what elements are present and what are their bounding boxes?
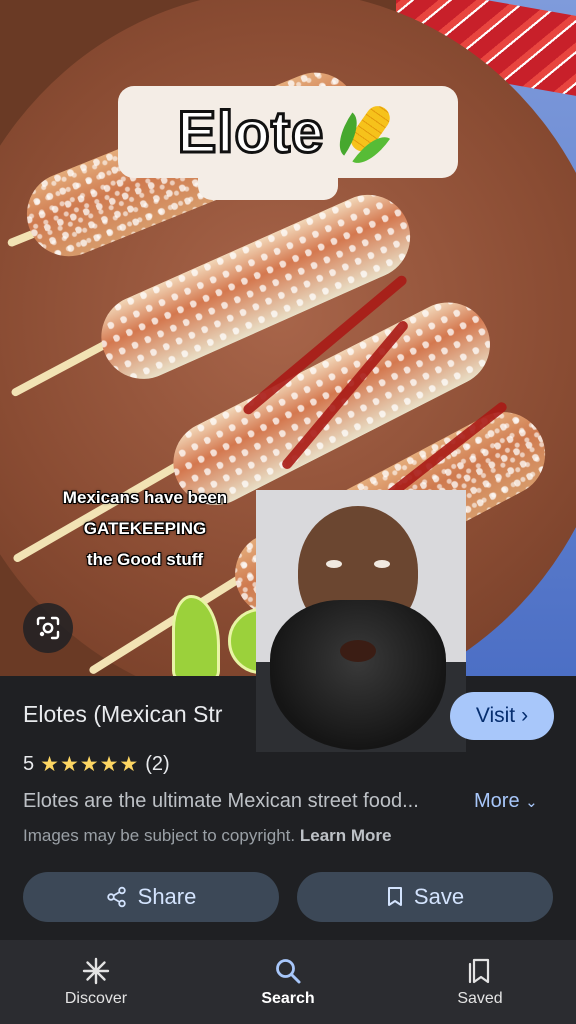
nav-saved-label: Saved [457, 990, 503, 1007]
share-icon [106, 886, 126, 908]
rating-count: (2) [145, 753, 170, 775]
title-bubble-tail [198, 176, 338, 200]
visit-label: Visit [475, 704, 516, 727]
title-bubble: Elote [118, 86, 458, 178]
overlay-caption: Mexicans have been GATEKEEPING the Good … [62, 488, 228, 569]
overlay-title: Elote [176, 98, 325, 166]
bookmark-icon [387, 887, 402, 906]
copyright-text: Images may be subject to copyright. [23, 826, 296, 845]
rating-value: 5 [23, 753, 35, 775]
copyright-notice: Images may be subject to copyright. Lear… [23, 826, 392, 846]
search-icon [276, 959, 301, 984]
rating-stars: ★★★★★ [40, 753, 140, 776]
nav-saved[interactable]: Saved [384, 940, 576, 1024]
nav-discover-label: Discover [64, 990, 128, 1007]
share-label: Share [137, 884, 197, 909]
nav-search[interactable]: Search [192, 940, 384, 1024]
chevron-down-icon: ⌄ [525, 794, 538, 811]
chevron-right-icon: › [521, 704, 529, 727]
learn-more-link[interactable]: Learn More [300, 826, 392, 845]
share-button[interactable]: Share [23, 872, 279, 922]
more-link[interactable]: More ⌄ [474, 790, 538, 813]
lens-icon [36, 616, 60, 640]
corn-icon [324, 86, 413, 178]
save-button[interactable]: Save [297, 872, 553, 922]
result-description: Elotes are the ultimate Mexican street f… [23, 790, 419, 812]
nav-discover[interactable]: Discover [0, 940, 192, 1024]
creator-video-overlay [256, 490, 466, 752]
result-title[interactable]: Elotes (Mexican Str [23, 701, 222, 728]
visit-button[interactable]: Visit › [450, 692, 554, 740]
bookmarks-icon [468, 958, 490, 984]
asterisk-icon [82, 957, 110, 985]
lens-button[interactable] [23, 603, 73, 653]
more-label: More [474, 790, 520, 812]
save-label: Save [413, 884, 465, 909]
bottom-navigation: Discover Search Saved [0, 940, 576, 1024]
nav-search-label: Search [261, 990, 315, 1007]
rating: 5 ★★★★★ (2) [23, 752, 170, 777]
